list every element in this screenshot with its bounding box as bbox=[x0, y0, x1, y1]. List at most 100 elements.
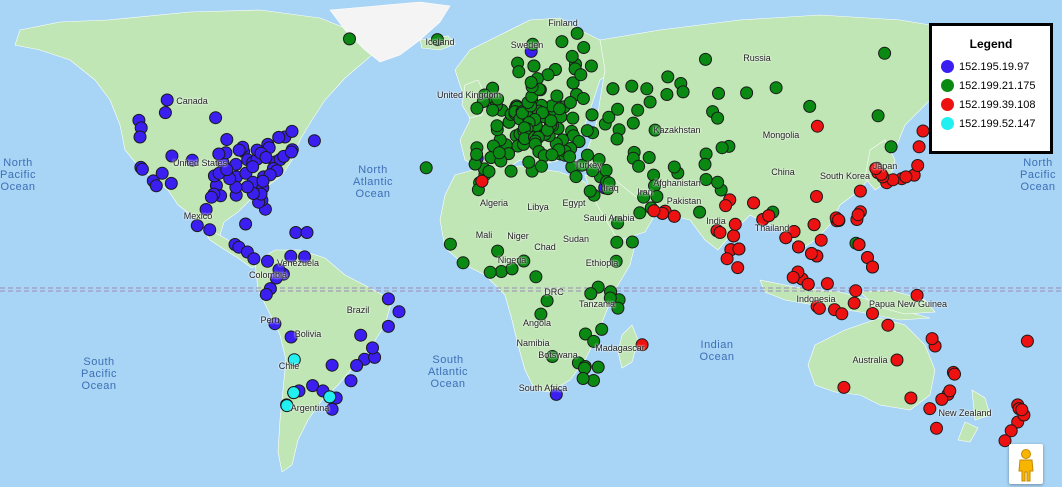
location-marker[interactable] bbox=[470, 101, 484, 115]
location-marker[interactable] bbox=[285, 124, 299, 138]
location-marker[interactable] bbox=[555, 35, 569, 49]
location-marker[interactable] bbox=[158, 106, 172, 120]
location-marker[interactable] bbox=[261, 254, 274, 268]
location-marker[interactable] bbox=[553, 102, 566, 116]
location-marker[interactable] bbox=[610, 235, 624, 249]
location-marker[interactable] bbox=[610, 132, 624, 146]
location-marker[interactable] bbox=[232, 143, 246, 157]
location-marker[interactable] bbox=[810, 190, 823, 203]
location-marker[interactable] bbox=[693, 205, 707, 219]
location-marker[interactable] bbox=[632, 159, 646, 173]
location-marker[interactable] bbox=[720, 252, 734, 266]
location-marker[interactable] bbox=[535, 159, 548, 173]
location-marker[interactable] bbox=[492, 146, 506, 160]
location-marker[interactable] bbox=[392, 305, 406, 319]
location-marker[interactable] bbox=[569, 170, 583, 184]
location-marker[interactable] bbox=[323, 390, 337, 404]
location-marker[interactable] bbox=[300, 226, 314, 239]
location-marker[interactable] bbox=[912, 140, 926, 154]
location-marker[interactable] bbox=[580, 124, 594, 138]
location-marker[interactable] bbox=[713, 226, 727, 239]
location-marker[interactable] bbox=[611, 102, 625, 116]
location-marker[interactable] bbox=[832, 213, 846, 227]
location-marker[interactable] bbox=[545, 148, 559, 162]
location-marker[interactable] bbox=[566, 111, 580, 125]
world-map[interactable]: North Pacific Ocean North Pacific Ocean North A… bbox=[0, 0, 1062, 487]
location-marker[interactable] bbox=[203, 223, 217, 237]
location-marker[interactable] bbox=[925, 332, 939, 346]
location-marker[interactable] bbox=[486, 103, 500, 117]
location-marker[interactable] bbox=[504, 164, 518, 178]
location-marker[interactable] bbox=[786, 270, 800, 284]
location-marker[interactable] bbox=[881, 318, 895, 332]
location-marker[interactable] bbox=[866, 260, 879, 274]
location-marker[interactable] bbox=[587, 374, 600, 387]
location-marker[interactable] bbox=[698, 157, 712, 171]
location-marker[interactable] bbox=[647, 204, 661, 218]
location-marker[interactable] bbox=[740, 86, 754, 100]
location-marker[interactable] bbox=[354, 328, 368, 342]
location-marker[interactable] bbox=[272, 130, 286, 144]
location-marker[interactable] bbox=[133, 130, 147, 144]
location-marker[interactable] bbox=[814, 233, 828, 247]
location-marker[interactable] bbox=[779, 231, 793, 245]
location-marker[interactable] bbox=[443, 237, 457, 251]
location-marker[interactable] bbox=[325, 358, 339, 372]
location-marker[interactable] bbox=[801, 277, 815, 291]
location-marker[interactable] bbox=[890, 353, 904, 367]
location-marker[interactable] bbox=[884, 140, 898, 154]
location-marker[interactable] bbox=[807, 218, 821, 232]
location-marker[interactable] bbox=[732, 242, 746, 256]
location-marker[interactable] bbox=[625, 79, 639, 93]
location-marker[interactable] bbox=[494, 265, 508, 278]
location-marker[interactable] bbox=[606, 82, 620, 96]
location-marker[interactable] bbox=[209, 111, 223, 125]
location-marker[interactable] bbox=[762, 209, 776, 223]
location-marker[interactable] bbox=[625, 235, 639, 249]
location-marker[interactable] bbox=[803, 99, 817, 113]
map-canvas[interactable] bbox=[0, 0, 1062, 487]
location-marker[interactable] bbox=[160, 93, 174, 107]
location-marker[interactable] bbox=[550, 89, 564, 103]
location-marker[interactable] bbox=[899, 170, 913, 184]
location-marker[interactable] bbox=[711, 175, 725, 189]
location-marker[interactable] bbox=[247, 252, 261, 266]
location-marker[interactable] bbox=[916, 124, 930, 138]
location-marker[interactable] bbox=[871, 109, 885, 123]
location-marker[interactable] bbox=[456, 256, 470, 270]
location-marker[interactable] bbox=[344, 374, 358, 388]
location-marker[interactable] bbox=[1020, 334, 1034, 348]
location-marker[interactable] bbox=[820, 277, 834, 291]
location-marker[interactable] bbox=[239, 217, 253, 231]
location-marker[interactable] bbox=[135, 162, 149, 176]
location-marker[interactable] bbox=[849, 284, 863, 298]
location-marker[interactable] bbox=[240, 180, 254, 194]
location-marker[interactable] bbox=[667, 160, 681, 174]
location-marker[interactable] bbox=[577, 41, 591, 54]
location-marker[interactable] bbox=[576, 92, 590, 105]
location-marker[interactable] bbox=[599, 163, 613, 177]
location-marker[interactable] bbox=[570, 26, 584, 40]
location-marker[interactable] bbox=[591, 360, 605, 374]
location-marker[interactable] bbox=[676, 85, 690, 99]
location-marker[interactable] bbox=[256, 174, 270, 188]
location-marker[interactable] bbox=[837, 380, 851, 394]
location-marker[interactable] bbox=[642, 151, 656, 164]
location-marker[interactable] bbox=[904, 391, 918, 405]
location-marker[interactable] bbox=[835, 307, 849, 321]
location-marker[interactable] bbox=[792, 240, 805, 254]
location-marker[interactable] bbox=[512, 65, 526, 79]
location-marker[interactable] bbox=[584, 59, 598, 73]
location-marker[interactable] bbox=[350, 359, 364, 372]
location-marker[interactable] bbox=[851, 208, 865, 222]
location-marker[interactable] bbox=[595, 322, 609, 336]
location-marker[interactable] bbox=[164, 176, 178, 190]
location-marker[interactable] bbox=[731, 261, 745, 275]
location-marker[interactable] bbox=[563, 96, 577, 109]
location-marker[interactable] bbox=[576, 372, 590, 385]
location-marker[interactable] bbox=[220, 133, 234, 146]
location-marker[interactable] bbox=[719, 199, 733, 213]
location-marker[interactable] bbox=[715, 141, 729, 155]
location-marker[interactable] bbox=[769, 81, 783, 95]
location-marker[interactable] bbox=[626, 116, 640, 130]
